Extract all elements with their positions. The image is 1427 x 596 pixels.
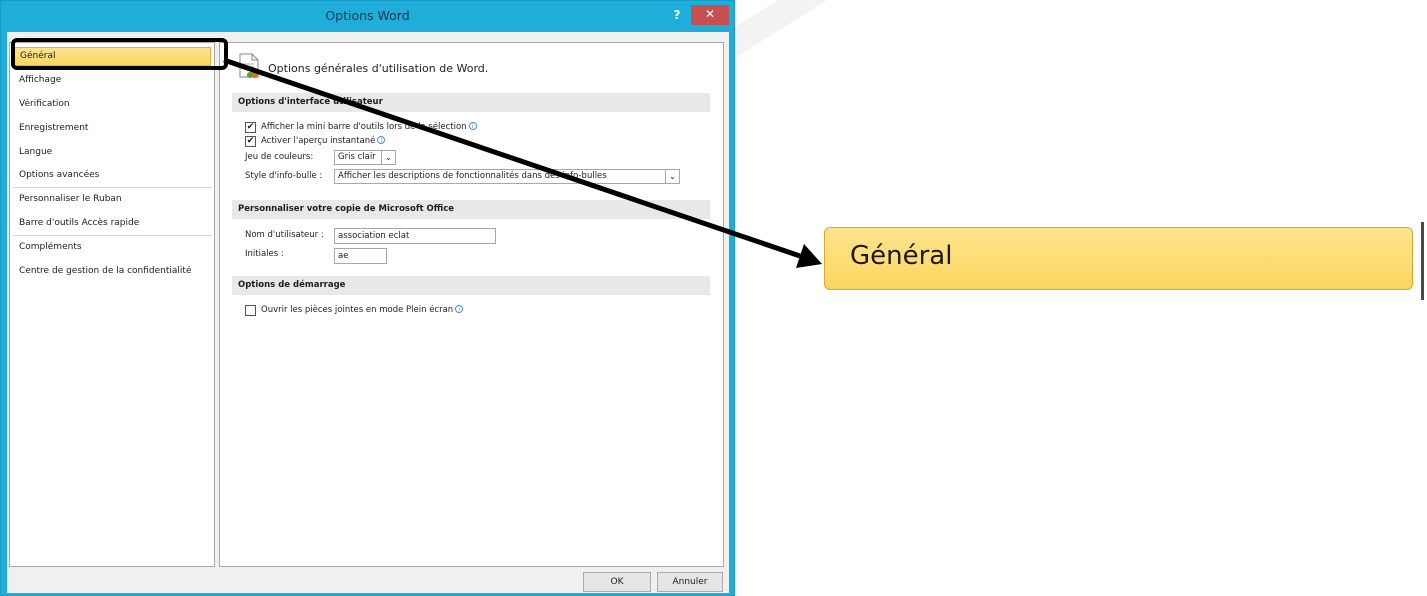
callout-arrow-icon (223, 57, 822, 268)
zoomed-general-callout: Général (824, 227, 1413, 290)
zoomed-general-label: Général (850, 241, 953, 271)
callout-edge-line (1421, 222, 1424, 300)
